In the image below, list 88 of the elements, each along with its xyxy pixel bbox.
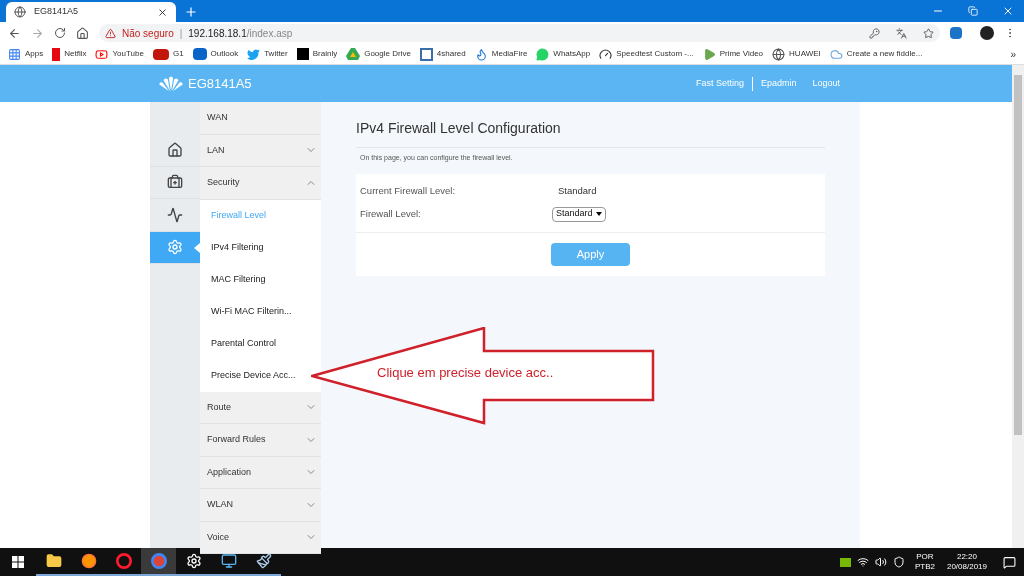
bookmark[interactable]: Brainly [296,48,338,60]
gpu-icon[interactable] [839,557,851,567]
close-icon[interactable] [1002,5,1014,17]
menu-group[interactable]: LAN [200,134,321,167]
square-icon [419,47,433,61]
flame-icon [474,47,488,61]
globe-icon [14,6,26,18]
language-indicator[interactable]: POR PTB2 [914,552,935,572]
ring-icon [115,553,132,569]
scrollbar[interactable] [1012,65,1024,548]
chat-icon [536,47,550,61]
globe-icon [772,47,786,61]
pulse-icon [167,206,183,223]
annotation-text: Clique em precise device acc.. [377,364,554,382]
url-text: 192.168.18.1/index.asp [188,26,293,41]
security-label: Não seguro [122,26,174,41]
avatar-icon[interactable] [980,26,994,40]
circle-icon [150,553,167,569]
field-label: Current Firewall Level: [360,183,457,198]
bookmark[interactable]: Twitter [247,47,288,61]
address-bar[interactable]: Não seguro | 192.168.18.1/index.asp [99,24,940,42]
bookmark[interactable]: Outlook [192,48,239,60]
field-label: Firewall Level: [360,206,422,221]
home-icon[interactable] [76,26,89,40]
network-icon[interactable] [856,556,869,568]
new-tab-icon[interactable] [184,5,198,19]
star-icon[interactable] [923,27,934,39]
menu-group[interactable]: WAN [200,102,321,135]
windows-icon [12,556,24,568]
toolbox-icon [167,174,183,191]
warning-icon [105,27,116,39]
more-bookmarks[interactable]: » [1010,46,1016,62]
menu-group[interactable]: Forward Rules [200,424,321,457]
home-icon [167,141,183,158]
shield-icon[interactable] [892,556,905,568]
bookmark[interactable]: YouTube [95,47,144,61]
menu-group[interactable]: Application [200,456,321,489]
bookmark[interactable]: HUAWEI [772,47,821,61]
bookmark[interactable]: Create a new fiddle... [829,47,923,61]
field-value: Standard [558,183,597,198]
letter-icon [52,47,61,61]
tab-title: EG8141A5 [34,5,80,19]
logo-icon [296,48,309,60]
mail-icon [192,48,207,60]
caret-icon [595,212,602,216]
extension-icon[interactable] [950,27,962,39]
settings-icon [185,553,202,569]
restore-icon[interactable] [968,6,978,16]
back-icon[interactable] [8,26,21,40]
close-icon[interactable] [157,6,168,18]
menu-group[interactable]: WLAN [200,489,321,522]
folder-icon [45,553,62,569]
cloud-icon [829,47,843,61]
bookmark[interactable]: 4shared [419,47,466,61]
triangle-icon [346,48,361,60]
clock[interactable]: 22:20 20/08/2019 [946,552,987,572]
volume-icon[interactable] [874,556,887,568]
bookmark[interactable]: MediaFire [474,47,528,61]
apps-icon [8,47,21,61]
bookmark[interactable]: Speedtest Custom -... [599,47,694,61]
monitor-icon [220,553,237,569]
menu-group[interactable]: Route [200,391,321,424]
translate-icon[interactable] [896,27,907,39]
flower-logo-icon [158,75,184,92]
bookmark[interactable]: G1 [152,48,184,60]
bookmark[interactable]: Prime Video [702,47,764,61]
page-title: IPv4 Firewall Level Configuration [356,118,825,148]
separator-text: | [179,26,183,41]
paintbrush-icon [255,553,272,569]
bookmark[interactable]: Netflix [52,47,87,61]
circle-icon [80,553,97,569]
bird-icon [247,47,261,61]
gauge-icon [599,47,613,61]
bookmark[interactable]: Apps [8,47,44,61]
menu-group[interactable]: Security [200,167,321,200]
bookmark[interactable]: WhatsApp [536,47,591,61]
bookmark[interactable]: Google Drive [346,48,411,60]
notifications-icon[interactable] [1003,555,1016,569]
device-name: EG8141A5 [188,74,252,93]
reload-icon[interactable] [54,27,66,39]
menu-group[interactable]: Voice [200,521,321,554]
play-icon [95,47,109,61]
play-icon [702,47,716,61]
key-icon[interactable] [869,27,880,39]
browser-tab[interactable]: EG8141A5 [6,2,176,22]
logo-icon [152,48,169,60]
level-select[interactable]: Standard [552,206,606,222]
settings-icon [167,239,183,256]
